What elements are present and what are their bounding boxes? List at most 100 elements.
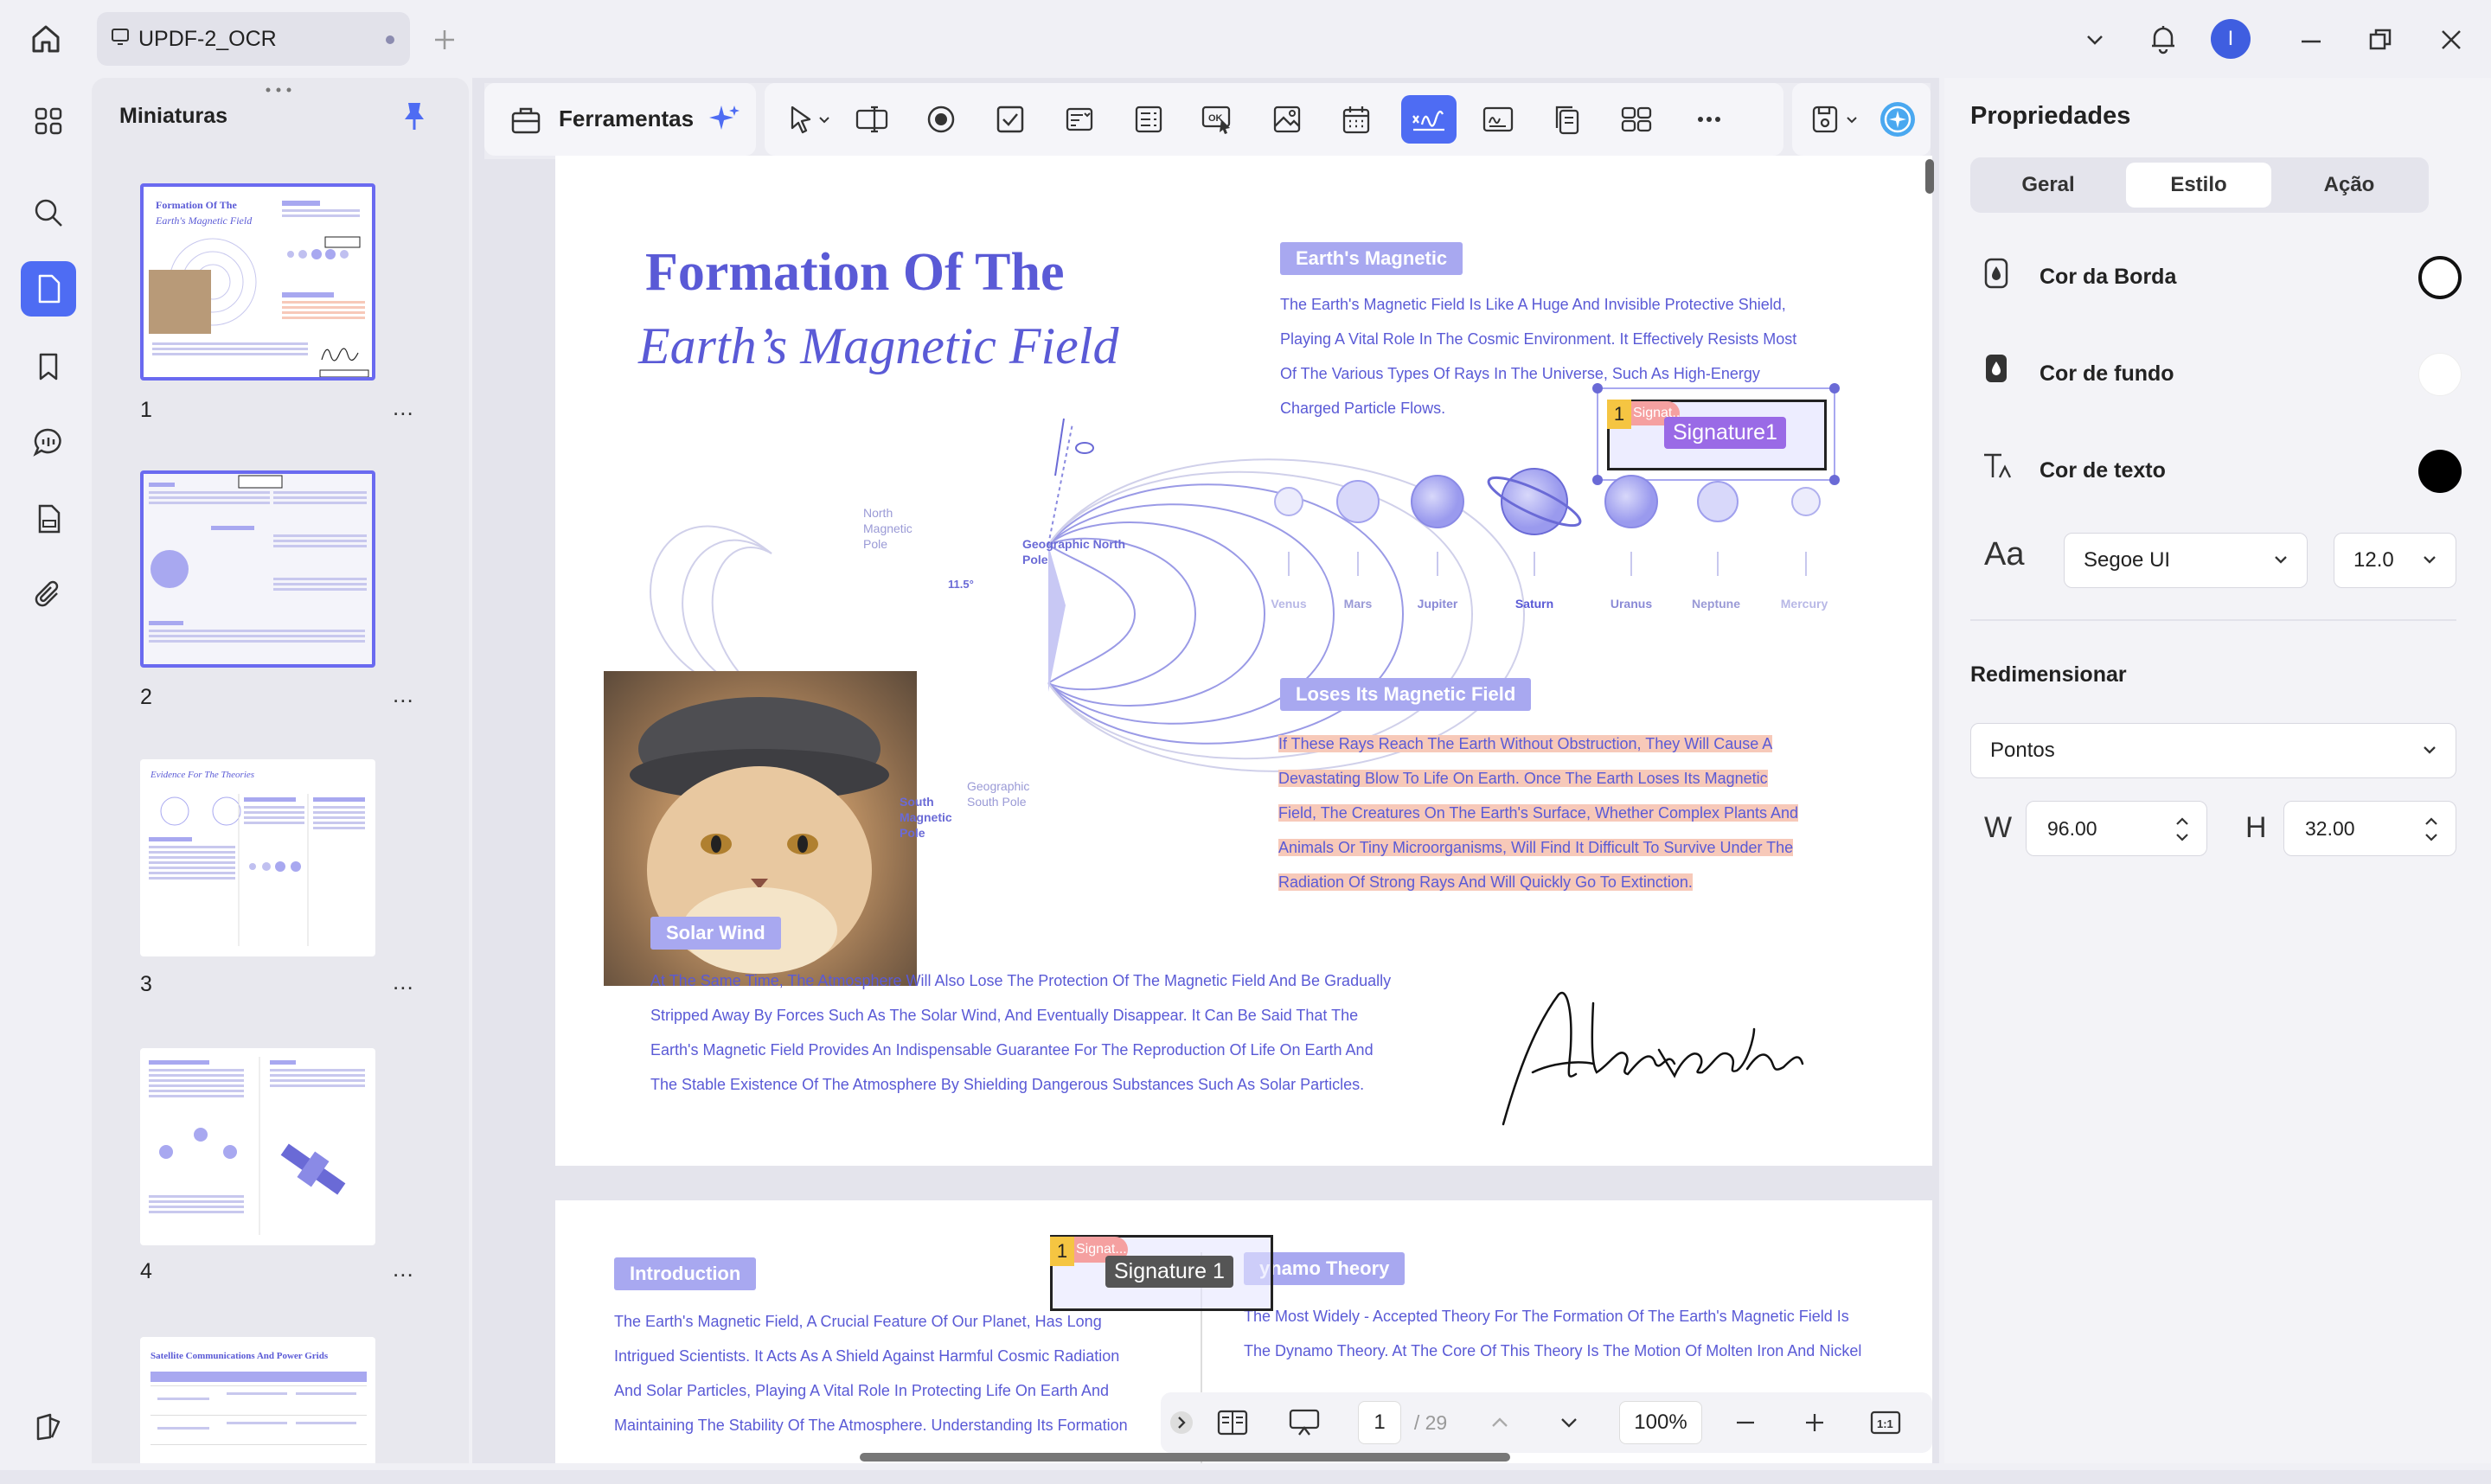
geographic-north-pole-label: Geographic North Pole [1022, 537, 1126, 566]
vertical-scrollbar[interactable] [1925, 159, 1934, 194]
zoom-in-icon[interactable] [1794, 1392, 1835, 1453]
thumbnail-page-3[interactable]: Evidence For The Theories [140, 759, 375, 956]
planets-diagram [1274, 468, 1821, 576]
thumbnail-number: 4 [140, 1259, 152, 1283]
resize-handle[interactable] [1829, 383, 1840, 393]
height-input[interactable]: 32.00 [2283, 801, 2456, 856]
thumbnails-title: Miniaturas [119, 104, 228, 128]
zoom-level-value: 100% [1634, 1410, 1687, 1434]
border-color-swatch[interactable] [2418, 256, 2462, 299]
avatar[interactable]: I [2211, 19, 2251, 59]
chevron-down-icon[interactable] [2076, 21, 2114, 59]
thumbnail-page-1[interactable]: Formation Of The Earth's Magnetic Field [140, 183, 375, 381]
thumbnails-panel: Miniaturas Formation Of The Earth's Magn… [92, 78, 469, 1463]
page-title-line1: Formation Of The [645, 243, 1065, 302]
horizontal-scrollbar[interactable] [860, 1453, 1510, 1462]
grid-icon[interactable] [21, 93, 76, 149]
text-color-swatch[interactable] [2418, 450, 2462, 493]
thumbnail-5-preview [150, 1372, 367, 1445]
next-page-icon[interactable] [1548, 1392, 1590, 1453]
resize-handle[interactable] [1592, 383, 1603, 393]
document-area: Ferramentas OK Formation Of The Earth’s … [472, 78, 1939, 1463]
align-grid-icon[interactable] [1612, 95, 1661, 144]
collapse-nav-icon[interactable] [1166, 1392, 1197, 1453]
font-size-select[interactable]: 12.0 [2334, 533, 2456, 588]
ai-assistant-icon[interactable] [1873, 95, 1922, 144]
tools-label[interactable]: Ferramentas [559, 106, 694, 132]
signature-field-icon[interactable] [1401, 95, 1457, 144]
drag-handle-icon[interactable] [265, 81, 292, 93]
unit-select[interactable]: Pontos [1970, 723, 2456, 778]
thumbnail-page-5[interactable]: Satellite Communications And Power Grids [140, 1337, 375, 1463]
stepper-icon[interactable] [2423, 812, 2440, 852]
layers-icon[interactable] [21, 1399, 76, 1455]
document-tab[interactable]: UPDF-2_OCR [97, 12, 410, 66]
background-color-swatch[interactable] [2418, 353, 2462, 396]
minimize-icon[interactable] [2292, 22, 2330, 61]
button-field-icon[interactable]: OK [1194, 95, 1242, 144]
checkbox-icon[interactable] [986, 95, 1034, 144]
paragraph-line: The Dynamo Theory. At The Core Of This T… [1244, 1342, 1862, 1359]
paragraph-line: The Earth's Magnetic Field Is Like A Hug… [1280, 296, 1786, 313]
highlighted-line: Radiation Of Strong Rays And Will Quickl… [1278, 873, 1693, 891]
date-field-icon[interactable] [1332, 95, 1380, 144]
radio-button-icon[interactable] [917, 95, 965, 144]
form-icon[interactable] [21, 491, 76, 547]
actual-size-icon[interactable]: 1:1 [1861, 1392, 1910, 1453]
thumbnail-page-2[interactable] [140, 470, 375, 668]
text-color-label: Cor de texto [2040, 458, 2166, 483]
close-icon[interactable] [2432, 21, 2470, 59]
thumbnail-more-button[interactable]: ... [393, 394, 414, 421]
width-input[interactable]: 96.00 [2026, 801, 2207, 856]
height-label: H [2245, 811, 2267, 844]
introduction-paragraph: The Earth's Magnetic Field, A Crucial Fe… [614, 1304, 1185, 1442]
thumbnail-more-button[interactable]: ... [393, 1256, 414, 1283]
more-options-icon[interactable] [1685, 95, 1733, 144]
toolbox-icon[interactable] [502, 95, 550, 144]
thumbnail-more-button[interactable]: ... [393, 969, 414, 995]
zoom-out-icon[interactable] [1725, 1392, 1766, 1453]
signature-field-label: Signature1 [1664, 417, 1786, 449]
chevron-down-icon[interactable] [811, 95, 837, 144]
pin-icon[interactable] [401, 100, 427, 136]
thumbnails-icon[interactable] [21, 261, 76, 317]
image-field-icon[interactable] [1263, 95, 1311, 144]
presentation-icon[interactable] [1278, 1392, 1330, 1453]
list-box-icon[interactable] [1124, 95, 1173, 144]
two-page-view-icon[interactable] [1209, 1392, 1256, 1453]
thumbnail-page-4[interactable] [140, 1048, 375, 1245]
digital-signature-icon[interactable] [1474, 95, 1522, 144]
bell-icon[interactable] [2143, 19, 2183, 59]
tools-group: Ferramentas [484, 83, 756, 156]
south-magnetic-pole-label: South Magnetic Pole [900, 795, 952, 840]
zoom-level-input[interactable]: 100% [1619, 1401, 1702, 1444]
tab-general[interactable]: Geral [1976, 163, 2121, 208]
solar-wind-paragraph: At The Same Time, The Atmosphere Will Al… [650, 963, 1446, 1102]
font-family-select[interactable]: Segoe UI [2064, 533, 2308, 588]
new-tab-icon[interactable] [427, 22, 462, 57]
thumbnail-more-button[interactable]: ... [393, 681, 414, 708]
home-icon[interactable] [26, 19, 66, 59]
bookmark-icon[interactable] [21, 339, 76, 394]
thumbnail-number: 1 [140, 398, 152, 422]
copy-fields-icon[interactable] [1543, 95, 1591, 144]
stepper-icon[interactable] [2174, 812, 2191, 852]
restore-icon[interactable] [2361, 21, 2399, 59]
page-navigation-bar: 1 / 29 100% 1:1 [1161, 1392, 1932, 1453]
text-field-icon[interactable] [848, 95, 896, 144]
previous-page-icon[interactable] [1479, 1392, 1521, 1453]
border-color-icon [1981, 258, 2012, 289]
signature-field-label: Signature 1 [1105, 1256, 1233, 1288]
comment-icon[interactable] [21, 415, 76, 470]
combo-box-icon[interactable] [1055, 95, 1104, 144]
planet-label: Mercury [1780, 597, 1828, 611]
chevron-down-icon[interactable] [1839, 95, 1865, 144]
ai-sparkle-icon[interactable] [701, 95, 749, 144]
current-page-input[interactable]: 1 [1358, 1401, 1401, 1444]
search-icon[interactable] [21, 185, 76, 240]
thumbnail-4-preview [149, 1057, 365, 1235]
tab-style[interactable]: Estilo [2126, 163, 2271, 208]
tab-action[interactable]: Ação [2276, 163, 2422, 208]
attachment-icon[interactable] [21, 567, 76, 623]
paragraph-line: And Solar Particles, Playing A Vital Rol… [614, 1382, 1109, 1399]
